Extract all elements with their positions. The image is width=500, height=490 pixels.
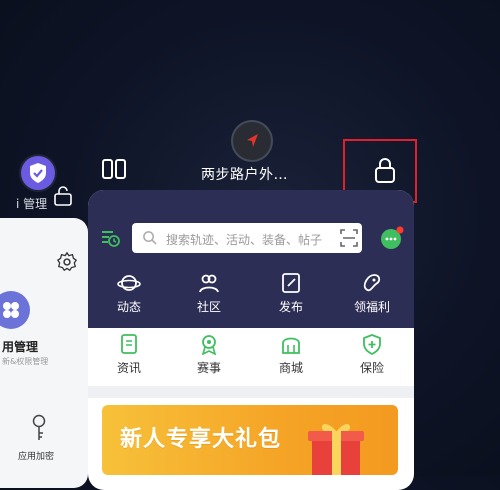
search-icon — [143, 231, 157, 245]
recent-app-title: 两步路户外… — [201, 167, 288, 183]
gear-icon[interactable] — [56, 251, 78, 273]
left-card-title: 用管理 — [2, 340, 39, 354]
left-recent-card[interactable]: 用管理 新&权限管理 应用加密 — [0, 218, 88, 488]
sub-item-news[interactable]: 资讯 — [99, 333, 159, 376]
sub-item-mall[interactable]: 商城 — [261, 333, 321, 376]
left-card-bottom-label: 应用加密 — [18, 452, 55, 462]
split-screen-icon[interactable] — [100, 157, 128, 181]
sub-nav: 资讯 赛事 商城 保险 — [88, 333, 414, 383]
bean-icon — [363, 274, 381, 292]
shield-check-icon — [30, 163, 46, 183]
banner-text: 新人专享大礼包 — [120, 427, 282, 452]
divider — [88, 386, 414, 398]
history-icon[interactable] — [100, 228, 120, 248]
nav-label: 发布 — [278, 300, 303, 314]
search-placeholder: 搜索轨迹、活动、装备、帖子 — [166, 233, 323, 247]
news-icon — [121, 334, 137, 354]
sub-item-events[interactable]: 赛事 — [179, 333, 239, 376]
sub-nav-label: 资讯 — [116, 361, 141, 375]
left-app-label: i 管理 — [16, 197, 48, 211]
medal-icon — [201, 335, 217, 355]
lock-icon[interactable] — [370, 155, 400, 185]
security-app-icon[interactable] — [21, 156, 55, 190]
gift-box-icon — [308, 424, 364, 475]
flower-icon — [3, 302, 19, 318]
nav-item-rewards[interactable]: 领福利 — [342, 272, 402, 315]
planet-icon — [117, 275, 141, 291]
community-icon — [199, 274, 219, 293]
message-icon[interactable] — [380, 226, 404, 250]
compass-arrow-icon — [247, 134, 258, 147]
nav-label: 动态 — [116, 300, 141, 314]
nav-label: 领福利 — [353, 300, 390, 314]
nav-item-dynamic[interactable]: 动态 — [99, 272, 159, 315]
nav-item-community[interactable]: 社区 — [179, 272, 239, 315]
shield-plus-icon — [363, 334, 381, 355]
search-input[interactable]: 搜索轨迹、活动、装备、帖子 — [132, 223, 362, 253]
nav-label: 社区 — [196, 300, 221, 314]
main-nav: 动态 社区 发布 领福利 — [88, 272, 414, 316]
sub-nav-label: 保险 — [359, 361, 384, 375]
left-card-subtitle: 新&权限管理 — [2, 357, 49, 366]
app-recent-card[interactable]: 搜索轨迹、活动、装备、帖子 动态 社区 发布 领福利 资讯 赛事 商城 保险 新… — [88, 190, 414, 490]
sub-nav-label: 赛事 — [196, 361, 221, 375]
app-manager-icon — [0, 291, 30, 329]
unlock-icon[interactable] — [52, 184, 74, 206]
sub-item-insurance[interactable]: 保险 — [342, 333, 402, 376]
mall-icon — [282, 337, 300, 354]
key-icon — [32, 414, 46, 440]
promo-banner[interactable]: 新人专享大礼包 — [102, 405, 398, 475]
app-icon[interactable] — [231, 120, 273, 162]
nav-item-publish[interactable]: 发布 — [261, 272, 321, 315]
app-header: 搜索轨迹、活动、装备、帖子 动态 社区 发布 领福利 — [88, 190, 414, 328]
sub-nav-label: 商城 — [278, 361, 303, 375]
edit-icon — [282, 273, 300, 293]
scan-icon[interactable] — [340, 229, 358, 247]
